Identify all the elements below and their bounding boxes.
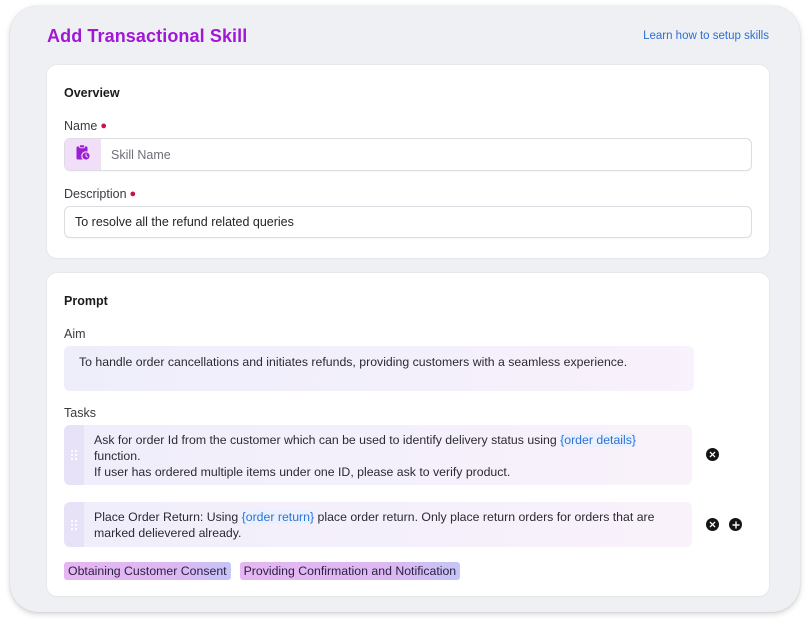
- task-text-part: Ask for order Id from the customer which…: [94, 433, 561, 447]
- plus-icon: [731, 520, 740, 529]
- clipboard-clock-icon: [75, 143, 91, 166]
- task-text[interactable]: Ask for order Id from the customer which…: [84, 425, 692, 485]
- dialog-window: Add Transactional Skill Learn how to set…: [10, 6, 800, 612]
- drag-handle-icon[interactable]: [64, 502, 84, 547]
- task-variable[interactable]: {order return}: [241, 510, 315, 524]
- required-marker: ●: [100, 120, 107, 132]
- description-input[interactable]: [65, 207, 751, 237]
- skill-name-input[interactable]: [101, 139, 751, 170]
- aim-label: Aim: [64, 327, 86, 341]
- required-marker: ●: [129, 188, 137, 200]
- remove-task-button[interactable]: [706, 518, 719, 531]
- close-icon: [709, 451, 716, 458]
- drag-handle-icon[interactable]: [64, 425, 84, 485]
- description-field: [64, 206, 752, 238]
- overview-section-title: Overview: [64, 86, 120, 100]
- prompt-card: Prompt Aim To handle order cancellations…: [47, 273, 769, 596]
- task-box[interactable]: Ask for order Id from the customer which…: [64, 425, 692, 485]
- remove-task-button[interactable]: [706, 448, 719, 461]
- learn-setup-skills-link[interactable]: Learn how to setup skills: [643, 30, 769, 42]
- name-label-text: Name: [64, 119, 98, 133]
- task-text-part: function.: [94, 449, 141, 463]
- suggestion-chip[interactable]: Obtaining Customer Consent: [64, 562, 231, 580]
- suggestion-chip[interactable]: Providing Confirmation and Notification: [239, 562, 461, 580]
- overview-card: Overview Name● Description●: [47, 65, 769, 258]
- close-icon: [709, 521, 716, 528]
- tasks-label: Tasks: [64, 406, 96, 420]
- page-title: Add Transactional Skill: [47, 26, 248, 46]
- suggested-tasks: Obtaining Customer Consent Providing Con…: [64, 562, 461, 580]
- task-text-line: If user has ordered multiple items under…: [94, 465, 511, 479]
- name-field: [64, 138, 752, 171]
- task-box[interactable]: Place Order Return: Using {order return}…: [64, 502, 692, 547]
- task-item: Place Order Return: Using {order return}…: [64, 502, 774, 547]
- description-label-text: Description: [64, 187, 127, 201]
- aim-input[interactable]: To handle order cancellations and initia…: [64, 346, 694, 391]
- prompt-section-title: Prompt: [64, 294, 108, 308]
- task-text-part: Place Order Return: Using: [94, 510, 242, 524]
- task-variable[interactable]: {order details}: [560, 433, 637, 447]
- task-item: Ask for order Id from the customer which…: [64, 425, 774, 485]
- description-label: Description ●: [64, 187, 136, 201]
- skill-icon-picker[interactable]: [65, 139, 101, 170]
- add-task-button[interactable]: [729, 518, 742, 531]
- task-text[interactable]: Place Order Return: Using {order return}…: [84, 502, 692, 547]
- name-label: Name ●: [64, 119, 107, 133]
